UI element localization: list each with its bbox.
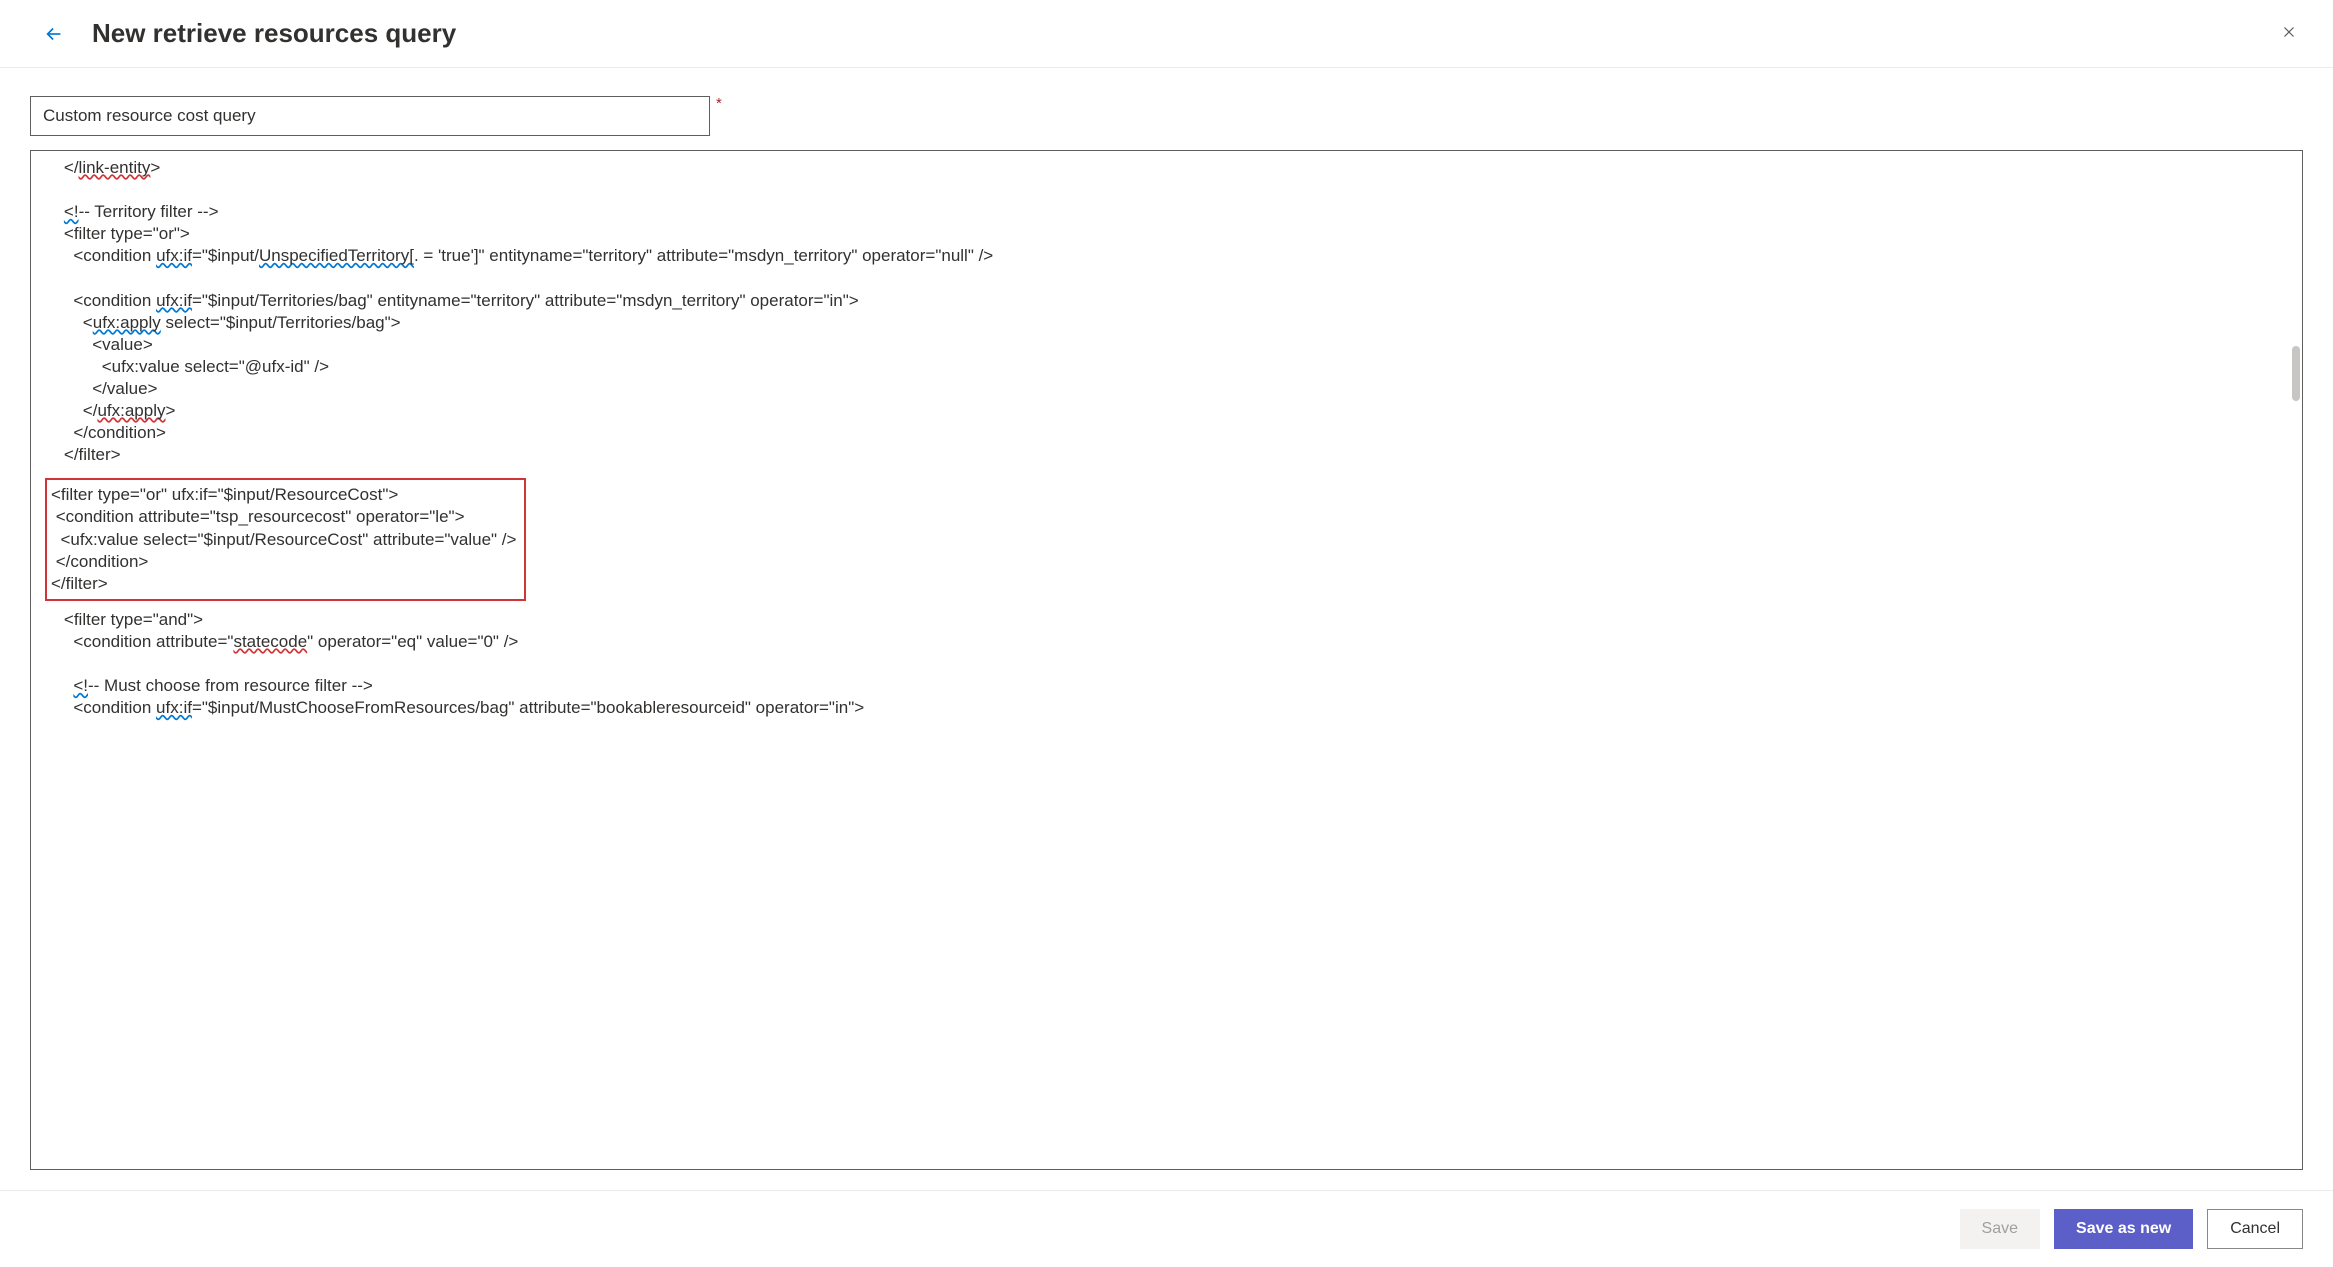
scrollbar-thumb[interactable] (2292, 346, 2300, 401)
cancel-button[interactable]: Cancel (2207, 1209, 2303, 1249)
save-button: Save (1960, 1209, 2040, 1249)
save-as-new-button[interactable]: Save as new (2054, 1209, 2193, 1249)
close-icon[interactable] (2275, 18, 2303, 46)
dialog-header: New retrieve resources query (0, 0, 2333, 68)
xml-editor[interactable]: </link-entity> <!-- Territory filter -->… (31, 151, 2302, 1169)
xml-editor-container: </link-entity> <!-- Territory filter -->… (30, 150, 2303, 1170)
highlighted-filter-block: <filter type="or" ufx:if="$input/Resourc… (45, 478, 526, 600)
query-name-row: * (30, 96, 2303, 136)
query-name-input[interactable] (30, 96, 710, 136)
back-arrow-icon[interactable] (40, 20, 68, 48)
dialog-footer: Save Save as new Cancel (0, 1190, 2333, 1267)
dialog-body: * </link-entity> <!-- Territory filter -… (0, 68, 2333, 1190)
page-title: New retrieve resources query (92, 18, 456, 49)
required-indicator: * (716, 96, 722, 110)
